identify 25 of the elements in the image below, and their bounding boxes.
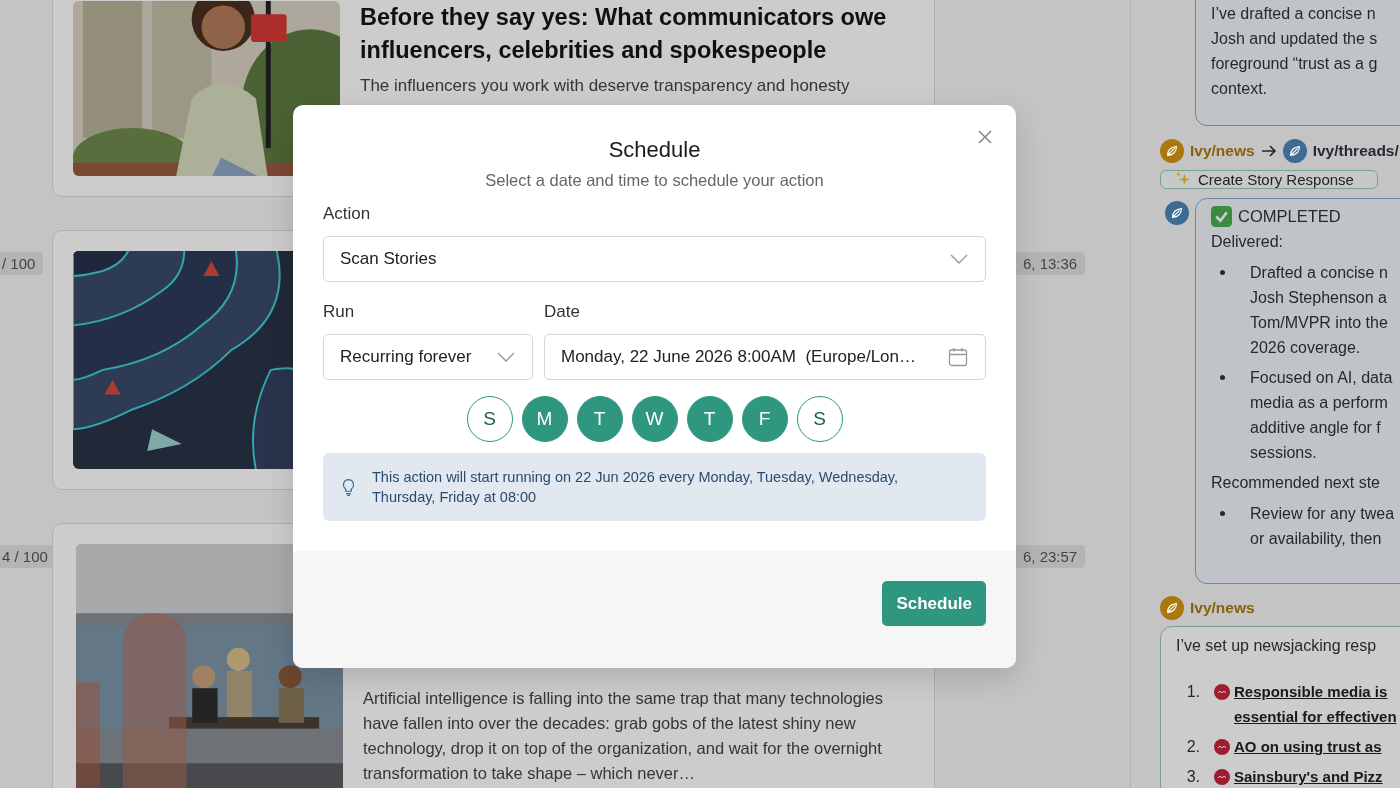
agent-name: Ivy/news xyxy=(1190,142,1255,160)
status-label: COMPLETED xyxy=(1238,206,1341,226)
field-label: Date xyxy=(544,302,581,322)
message-text: Recommended next ste xyxy=(1211,473,1381,493)
article-summary: Artificial intelligence is falling into the same trap that many technologies have fallen into over the decades: grab gobs of the latest shiny new technology, drop it on top of the organization, and wait for the overnight transformation to take shape – which never… xyxy=(363,688,885,784)
article-summary: The influencers you work with deserve transparency and honesty xyxy=(360,75,851,97)
dialog-subtitle: Select a date and time to schedule your action xyxy=(484,171,825,190)
bullet-text: Review for any twea or availability, then xyxy=(1250,504,1395,549)
bullet-text: Focused on AI, data media as a perform additive angle for f sessions. xyxy=(1250,368,1393,463)
message-text: I’ve drafted a concise n Josh and updated the s foreground “trust as a g context. xyxy=(1211,4,1379,99)
field-label: Run xyxy=(323,302,356,322)
list-number: 1. xyxy=(1185,682,1200,702)
score-badge: / 100 xyxy=(0,252,44,275)
agent-name: Ivy/news xyxy=(1190,599,1255,617)
message-text: Delivered: xyxy=(1211,232,1285,252)
field-label: Action xyxy=(323,204,372,224)
list-number: 3. xyxy=(1185,767,1200,787)
list-number: 2. xyxy=(1185,737,1200,757)
agent-name: Ivy/threads/ xyxy=(1312,142,1399,160)
bullet-text: Drafted a concise n Josh Stephenson a Tom/MVPR into the 2026 coverage. xyxy=(1250,263,1388,358)
dialog-title: Schedule xyxy=(607,136,702,164)
timestamp-badge: 6, 23:57 xyxy=(1015,545,1086,568)
timestamp-badge: 6, 13:36 xyxy=(1015,252,1086,275)
message-text: I’ve set up newsjacking resp xyxy=(1176,636,1378,656)
info-text: This action will start running on 22 Jun 2026 every Monday, Tuesday, Wednesday, Thursday, Friday at 08:00 xyxy=(372,468,900,507)
